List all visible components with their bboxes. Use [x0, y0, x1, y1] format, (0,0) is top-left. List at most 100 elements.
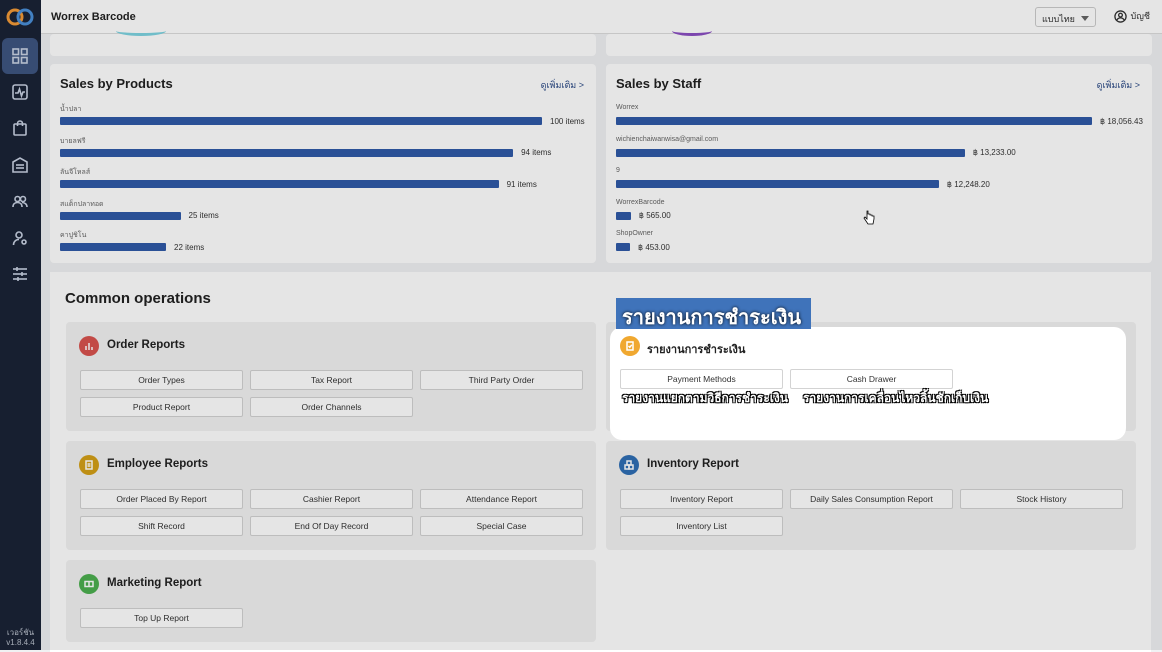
end-of-day-record-button[interactable]: End Of Day Record — [250, 516, 413, 536]
app-logo-icon[interactable] — [5, 6, 35, 28]
bar-value: ฿ 565.00 — [638, 211, 671, 221]
bar-row: บายลฟรี 94 items — [60, 136, 551, 168]
chevron-down-icon — [1081, 16, 1089, 21]
account-label: บัญชี — [1130, 11, 1151, 21]
employee-reports-title: Employee Reports — [107, 458, 208, 470]
bar-value: ฿ 12,248.20 — [946, 179, 990, 189]
bar-line: 91 items — [60, 178, 537, 190]
see-more-link[interactable]: ดูเพิ่มเติม > — [1097, 78, 1140, 92]
inventory-list-button[interactable]: Inventory List — [620, 516, 783, 536]
top-up-report-button[interactable]: Top Up Report — [80, 608, 243, 628]
bar — [60, 211, 181, 220]
top-card-left — [50, 33, 596, 56]
account-button[interactable]: บัญชี — [1113, 9, 1151, 23]
account-icon — [1113, 9, 1127, 23]
inventory-report-title: Inventory Report — [647, 458, 740, 470]
employee-reports-panel: Employee Reports Order Placed By Report … — [66, 441, 596, 550]
sales-by-products-title: Sales by Products — [60, 76, 173, 91]
dashboard-icon[interactable] — [2, 38, 38, 74]
donut-chart-partial — [116, 26, 166, 36]
bar-value: 91 items — [506, 179, 537, 189]
attendance-report-button[interactable]: Attendance Report — [420, 489, 583, 509]
order-reports-panel: Order Reports Order Types Tax Report Thi… — [66, 322, 596, 431]
bar-label: สแต็กปลาทอด — [60, 200, 104, 208]
bar-row: สแต็กปลาทอด 25 items — [60, 199, 219, 231]
bag-icon[interactable] — [2, 110, 38, 146]
payment-methods-button[interactable]: Payment Methods — [620, 369, 783, 389]
bar — [616, 180, 939, 189]
payment-reports-panel: รายงานการชำระเงิน Payment Methods Cash D… — [610, 327, 1126, 440]
user-icon[interactable] — [2, 220, 38, 256]
bar-value: ฿ 453.00 — [638, 242, 670, 252]
top-bar: Worrex Barcode แบบไทย บัญชี — [41, 0, 1162, 34]
hand-cursor-icon — [863, 210, 875, 225]
people-icon[interactable] — [2, 183, 38, 219]
bar — [616, 211, 631, 220]
bar-label: Worrex — [616, 104, 639, 111]
common-operations-title: Common operations — [65, 290, 211, 307]
store-icon[interactable] — [2, 147, 38, 183]
tutorial-caption-title: รายงานการชำระเงิน — [616, 298, 811, 329]
bar-line: ฿ 565.00 — [616, 210, 671, 222]
bar-label: ShopOwner — [616, 230, 653, 238]
receipt-icon — [620, 336, 640, 356]
bar-value: 100 items — [550, 116, 585, 126]
bar-label: ลันจีโหลส์ — [60, 169, 91, 177]
bar-value: ฿ 13,233.00 — [972, 148, 1016, 158]
shift-record-button[interactable]: Shift Record — [80, 516, 243, 536]
ticket-icon — [79, 574, 99, 594]
language-value: แบบไทย — [1042, 14, 1075, 24]
sidebar: เวอร์ชัน v1.8.4.4 — [0, 0, 41, 650]
order-channels-button[interactable]: Order Channels — [250, 397, 413, 417]
cash-drawer-button[interactable]: Cash Drawer — [790, 369, 953, 389]
order-types-button[interactable]: Order Types — [80, 370, 243, 390]
sales-by-staff-title: Sales by Staff — [616, 76, 702, 91]
third-party-order-button[interactable]: Third Party Order — [420, 370, 583, 390]
product-report-button[interactable]: Product Report — [80, 397, 243, 417]
bar-chart-icon — [79, 336, 99, 356]
bar-row: wichienchaiwanwisa@gmail.com ฿ 13,233.00 — [616, 136, 1016, 168]
language-select[interactable]: แบบไทย — [1035, 7, 1096, 27]
cashier-report-button[interactable]: Cashier Report — [250, 489, 413, 509]
version-label: เวอร์ชัน — [6, 628, 35, 637]
bar-line: 94 items — [60, 147, 551, 159]
bar-line: 100 items — [60, 115, 585, 127]
tax-report-button[interactable]: Tax Report — [250, 370, 413, 390]
bar-label: คาปูชิโน — [60, 232, 87, 240]
order-placed-by-report-button[interactable]: Order Placed By Report — [80, 489, 243, 509]
analytics-icon[interactable] — [2, 74, 38, 110]
caption-payment-methods: รายงานแยกตามวิธีการชำระเงิน — [622, 391, 788, 405]
special-case-button[interactable]: Special Case — [420, 516, 583, 536]
bar-row: ลันจีโหลส์ 91 items — [60, 167, 537, 199]
marketing-report-title: Marketing Report — [107, 577, 202, 589]
see-more-link[interactable]: ดูเพิ่มเติม > — [541, 78, 584, 92]
stock-history-button[interactable]: Stock History — [960, 489, 1123, 509]
bar-label: wichienchaiwanwisa@gmail.com — [616, 135, 719, 143]
marketing-report-panel: Marketing Report Top Up Report — [66, 560, 596, 642]
payment-reports-title: รายงานการชำระเงิน — [647, 344, 746, 356]
bar-row: น้ำปลา 100 items — [60, 104, 585, 136]
bar — [616, 243, 630, 252]
bar-label: บายลฟรี — [60, 137, 86, 145]
bar-row: ShopOwner ฿ 453.00 — [616, 230, 670, 262]
bar-label: น้ำปลา — [60, 106, 82, 113]
bar — [60, 117, 542, 125]
version-number: v1.8.4.4 — [6, 638, 35, 647]
daily-sales-consumption-report-button[interactable]: Daily Sales Consumption Report — [790, 489, 953, 509]
order-reports-title: Order Reports — [107, 339, 185, 351]
caption-cash-drawer: รายงานการเคลื่อนไหวลิ้นชักเก็บเงิน — [803, 391, 989, 405]
settings-sliders-icon[interactable] — [2, 256, 38, 292]
inventory-report-panel: Inventory Report Inventory Report Daily … — [606, 441, 1136, 550]
bar — [60, 243, 167, 252]
bar-line: ฿ 13,233.00 — [616, 147, 1016, 159]
bar-value: ฿ 18,056.43 — [1100, 116, 1143, 126]
bar — [60, 180, 499, 189]
bar-row: Worrex ฿ 18,056.43 — [616, 104, 1143, 136]
donut-chart-partial — [672, 26, 712, 36]
bar-label: 9 — [616, 167, 620, 175]
version-info: เวอร์ชัน v1.8.4.4 — [0, 628, 41, 648]
bar-line: ฿ 18,056.43 — [616, 115, 1143, 127]
bar-value: 94 items — [521, 148, 552, 158]
inventory-report-button[interactable]: Inventory Report — [620, 489, 783, 509]
badge-icon — [79, 455, 99, 475]
